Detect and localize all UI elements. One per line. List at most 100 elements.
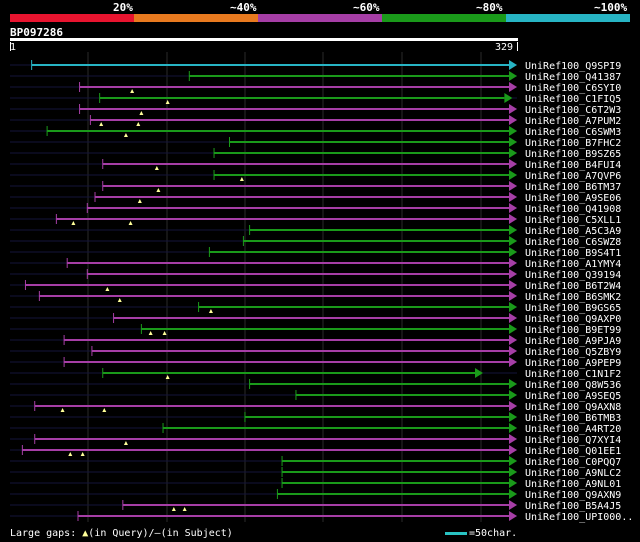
- hit-label[interactable]: UniRef100_B6TM37: [525, 182, 621, 193]
- hit-row[interactable]: UniRef100_A9SEQ5: [10, 390, 621, 402]
- hit-alignments: UniRef100_Q9SPI9UniRef100_Q41387UniRef10…: [10, 52, 633, 523]
- hit-end-arrow-icon: [509, 60, 517, 70]
- hit-label[interactable]: UniRef100_B9S4T1: [525, 248, 621, 259]
- hit-label[interactable]: UniRef100_C0PQQ7: [525, 457, 621, 468]
- hit-row[interactable]: UniRef100_C0PQQ7: [10, 456, 621, 468]
- hit-row[interactable]: UniRef100_A4RT20: [10, 423, 621, 435]
- hit-row[interactable]: UniRef100_B6T2W4: [10, 280, 621, 292]
- hit-label[interactable]: UniRef100_B6T2W4: [525, 281, 621, 292]
- hit-label[interactable]: UniRef100_Q41387: [525, 72, 621, 83]
- hit-row[interactable]: UniRef100_Q9AXN9: [10, 489, 621, 501]
- query-gap-marker-icon: [117, 298, 122, 302]
- hit-label[interactable]: UniRef100_C5XLL1: [525, 215, 621, 226]
- hit-row[interactable]: UniRef100_B9SZ65: [10, 148, 621, 160]
- hit-end-arrow-icon: [509, 82, 517, 92]
- hit-row[interactable]: UniRef100_UPI000..: [10, 511, 633, 523]
- hit-row[interactable]: UniRef100_B9ET99: [10, 324, 621, 336]
- hit-label[interactable]: UniRef100_B9SZ65: [525, 149, 621, 160]
- hit-row[interactable]: UniRef100_C6SWZ8: [10, 236, 621, 248]
- hit-label[interactable]: UniRef100_UPI000..: [525, 512, 633, 523]
- query-gap-marker-icon: [99, 122, 104, 126]
- hit-label[interactable]: UniRef100_A9PEP9: [525, 358, 621, 369]
- hit-row[interactable]: UniRef100_Q8W536: [10, 379, 621, 391]
- hit-row[interactable]: UniRef100_B6TM37: [10, 181, 621, 193]
- hit-label[interactable]: UniRef100_A5C3A9: [525, 226, 621, 237]
- hit-row[interactable]: UniRef100_B9GS65: [10, 302, 621, 314]
- hit-row[interactable]: UniRef100_Q39194: [10, 269, 621, 281]
- hit-label[interactable]: UniRef100_A9SEQ5: [525, 391, 621, 402]
- query-gap-text: (in Query)/: [88, 528, 155, 539]
- hit-row[interactable]: UniRef100_A9NL01: [10, 478, 621, 490]
- hit-label[interactable]: UniRef100_B5A4J5: [525, 501, 621, 512]
- hit-label[interactable]: UniRef100_Q39194: [525, 270, 621, 281]
- hit-end-arrow-icon: [509, 214, 517, 224]
- hit-label[interactable]: UniRef100_A4RT20: [525, 424, 621, 435]
- hit-label[interactable]: UniRef100_A9SE06: [525, 193, 621, 204]
- hit-end-arrow-icon: [509, 115, 517, 125]
- hit-label[interactable]: UniRef100_B6TMB3: [525, 413, 621, 424]
- query-gap-marker-icon: [137, 199, 142, 203]
- hit-label[interactable]: UniRef100_A9NLC2: [525, 468, 621, 479]
- hit-row[interactable]: UniRef100_A9PJA9: [10, 335, 621, 347]
- hit-row[interactable]: UniRef100_B4FUI4: [10, 159, 621, 171]
- hit-row[interactable]: UniRef100_A5C3A9: [10, 225, 621, 237]
- hit-row[interactable]: UniRef100_A9SE06: [10, 192, 621, 204]
- hit-label[interactable]: UniRef100_Q8W536: [525, 380, 621, 391]
- hit-label[interactable]: UniRef100_C6T2W3: [525, 105, 621, 116]
- hit-row[interactable]: UniRef100_B7FHC2: [10, 137, 621, 149]
- hit-label[interactable]: UniRef100_A7QVP6: [525, 171, 621, 182]
- hit-row[interactable]: UniRef100_Q7XYI4: [10, 434, 621, 446]
- scale-key: =50char.: [445, 528, 517, 539]
- hit-label[interactable]: UniRef100_C1N1F2: [525, 369, 621, 380]
- hit-label[interactable]: UniRef100_B9ET99: [525, 325, 621, 336]
- hit-row[interactable]: UniRef100_Q41908: [10, 203, 621, 215]
- hit-row[interactable]: UniRef100_B5A4J5: [10, 500, 621, 512]
- hit-row[interactable]: UniRef100_C6T2W3: [10, 104, 621, 116]
- hit-label[interactable]: UniRef100_C1FIQ5: [525, 94, 621, 105]
- hit-row[interactable]: UniRef100_C5XLL1: [10, 214, 621, 226]
- hit-label[interactable]: UniRef100_Q7XYI4: [525, 435, 621, 446]
- hit-row[interactable]: UniRef100_Q01EE1: [10, 445, 621, 457]
- hit-end-arrow-icon: [509, 313, 517, 323]
- gap-legend: Large gaps: ▲(in Query)/–(in Subject): [10, 528, 233, 539]
- hit-row[interactable]: UniRef100_A7QVP6: [10, 170, 621, 182]
- hit-label[interactable]: UniRef100_C6SWM3: [525, 127, 621, 138]
- hit-label[interactable]: UniRef100_A9PJA9: [525, 336, 621, 347]
- hit-label[interactable]: UniRef100_A7PUM2: [525, 116, 621, 127]
- hit-row[interactable]: UniRef100_A9PEP9: [10, 357, 621, 369]
- hit-label[interactable]: UniRef100_Q9AXN9: [525, 490, 621, 501]
- hit-label[interactable]: UniRef100_B4FUI4: [525, 160, 621, 171]
- hit-label[interactable]: UniRef100_B9GS65: [525, 303, 621, 314]
- hit-row[interactable]: UniRef100_C1FIQ5: [10, 93, 621, 105]
- query-gap-marker-icon: [130, 89, 135, 93]
- hit-label[interactable]: UniRef100_Q01EE1: [525, 446, 621, 457]
- hit-label[interactable]: UniRef100_A9NL01: [525, 479, 621, 490]
- hit-label[interactable]: UniRef100_A1YMY4: [525, 259, 621, 270]
- hit-row[interactable]: UniRef100_Q41387: [10, 71, 621, 83]
- hit-label[interactable]: UniRef100_B7FHC2: [525, 138, 621, 149]
- hit-row[interactable]: UniRef100_A7PUM2: [10, 115, 621, 127]
- hit-end-arrow-icon: [509, 335, 517, 345]
- hit-label[interactable]: UniRef100_Q9AXP0: [525, 314, 621, 325]
- hit-row[interactable]: UniRef100_A9NLC2: [10, 467, 621, 479]
- hit-row[interactable]: UniRef100_B6SMK2: [10, 291, 621, 303]
- hit-label[interactable]: UniRef100_B6SMK2: [525, 292, 621, 303]
- hit-row[interactable]: UniRef100_Q5ZBY9: [10, 346, 621, 358]
- hit-row[interactable]: UniRef100_Q9AXP0: [10, 313, 621, 325]
- gap-legend-prefix: Large gaps:: [10, 528, 77, 539]
- hit-row[interactable]: UniRef100_B9S4T1: [10, 247, 621, 259]
- hit-row[interactable]: UniRef100_C6SYI0: [10, 82, 621, 94]
- hit-row[interactable]: UniRef100_C6SWM3: [10, 126, 621, 138]
- hit-label[interactable]: UniRef100_Q5ZBY9: [525, 347, 621, 358]
- hit-row[interactable]: UniRef100_Q9AXN8: [10, 401, 621, 413]
- hit-label[interactable]: UniRef100_Q9AXN8: [525, 402, 621, 413]
- hit-label[interactable]: UniRef100_Q9SPI9: [525, 61, 621, 72]
- hit-row[interactable]: UniRef100_A1YMY4: [10, 258, 621, 270]
- hit-label[interactable]: UniRef100_Q41908: [525, 204, 621, 215]
- hit-end-arrow-icon: [509, 291, 517, 301]
- hit-label[interactable]: UniRef100_C6SWZ8: [525, 237, 621, 248]
- hit-row[interactable]: UniRef100_Q9SPI9: [10, 60, 621, 72]
- hit-label[interactable]: UniRef100_C6SYI0: [525, 83, 621, 94]
- hit-row[interactable]: UniRef100_C1N1F2: [10, 368, 621, 380]
- hit-row[interactable]: UniRef100_B6TMB3: [10, 412, 621, 424]
